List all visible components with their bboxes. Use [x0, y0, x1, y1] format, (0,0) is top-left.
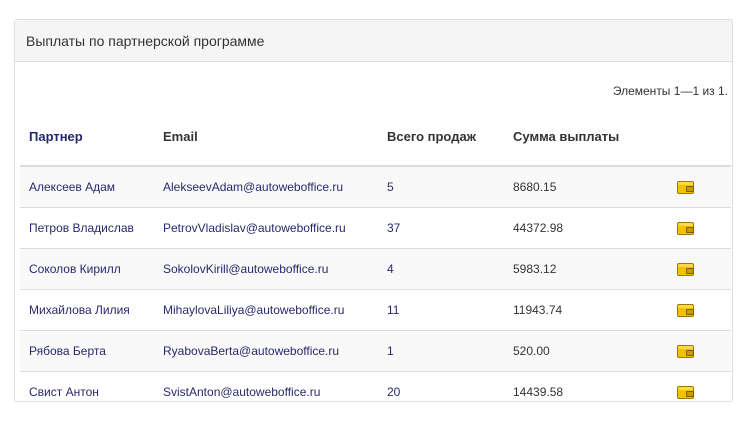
sales-count[interactable]: 37: [378, 206, 504, 248]
payout-action-cell: [668, 247, 731, 289]
table-row: Рябова Берта RyabovaBerta@autoweboffice.…: [20, 329, 731, 371]
wallet-icon[interactable]: [677, 385, 694, 399]
column-header-partner[interactable]: Партнер: [20, 108, 154, 167]
table-row: Михайлова Лилия MihaylovaLiliya@autowebo…: [20, 288, 731, 330]
sales-count[interactable]: 11: [378, 288, 504, 330]
wallet-icon[interactable]: [677, 221, 694, 235]
partner-email[interactable]: RyabovaBerta@autoweboffice.ru: [154, 329, 378, 371]
table-header-row: Партнер Email Всего продаж Сумма выплаты: [20, 108, 731, 167]
wallet-icon[interactable]: [677, 303, 694, 317]
column-header-sales: Всего продаж: [378, 108, 504, 167]
payout-amount: 520.00: [504, 329, 668, 371]
partner-name[interactable]: Соколов Кирилл: [20, 247, 154, 289]
partner-email[interactable]: SvistAnton@autoweboffice.ru: [154, 370, 378, 412]
wallet-icon[interactable]: [677, 344, 694, 358]
partner-email[interactable]: MihaylovaLiliya@autoweboffice.ru: [154, 288, 378, 330]
table-row: Соколов Кирилл SokolovKirill@autoweboffi…: [20, 247, 731, 289]
payouts-panel: Выплаты по партнерской программе Элемент…: [14, 19, 733, 412]
partner-name[interactable]: Михайлова Лилия: [20, 288, 154, 330]
sales-count[interactable]: 1: [378, 329, 504, 371]
column-header-amount: Сумма выплаты: [504, 108, 668, 167]
payout-amount: 5983.12: [504, 247, 668, 289]
sales-count[interactable]: 5: [378, 165, 504, 207]
column-header-actions: [668, 108, 731, 167]
partner-name[interactable]: Свист Антон: [20, 370, 154, 412]
payout-action-cell: [668, 288, 731, 330]
payout-amount: 14439.58: [504, 370, 668, 412]
payout-amount: 44372.98: [504, 206, 668, 248]
wallet-icon[interactable]: [677, 262, 694, 276]
partner-name[interactable]: Алексеев Адам: [20, 165, 154, 207]
payouts-table: Партнер Email Всего продаж Сумма выплаты…: [20, 108, 731, 412]
partner-email[interactable]: PetrovVladislav@autoweboffice.ru: [154, 206, 378, 248]
pagination-summary: Элементы 1—1 из 1.: [612, 84, 728, 98]
partner-name[interactable]: Рябова Берта: [20, 329, 154, 371]
sales-count[interactable]: 20: [378, 370, 504, 412]
partner-name[interactable]: Петров Владислав: [20, 206, 154, 248]
table-row: Свист Антон SvistAnton@autoweboffice.ru …: [20, 370, 731, 412]
partner-email[interactable]: AlekseevAdam@autoweboffice.ru: [154, 165, 378, 207]
panel-title: Выплаты по партнерской программе: [15, 20, 732, 62]
partner-email[interactable]: SokolovKirill@autoweboffice.ru: [154, 247, 378, 289]
payout-amount: 11943.74: [504, 288, 668, 330]
wallet-icon[interactable]: [677, 180, 694, 194]
payout-action-cell: [668, 165, 731, 207]
table-row: Петров Владислав PetrovVladislav@autoweb…: [20, 206, 731, 248]
column-header-email: Email: [154, 108, 378, 167]
payout-action-cell: [668, 329, 731, 371]
payout-action-cell: [668, 206, 731, 248]
table-row: Алексеев Адам AlekseevAdam@autoweboffice…: [20, 165, 731, 207]
payout-amount: 8680.15: [504, 165, 668, 207]
sales-count[interactable]: 4: [378, 247, 504, 289]
payout-action-cell: [668, 370, 731, 412]
